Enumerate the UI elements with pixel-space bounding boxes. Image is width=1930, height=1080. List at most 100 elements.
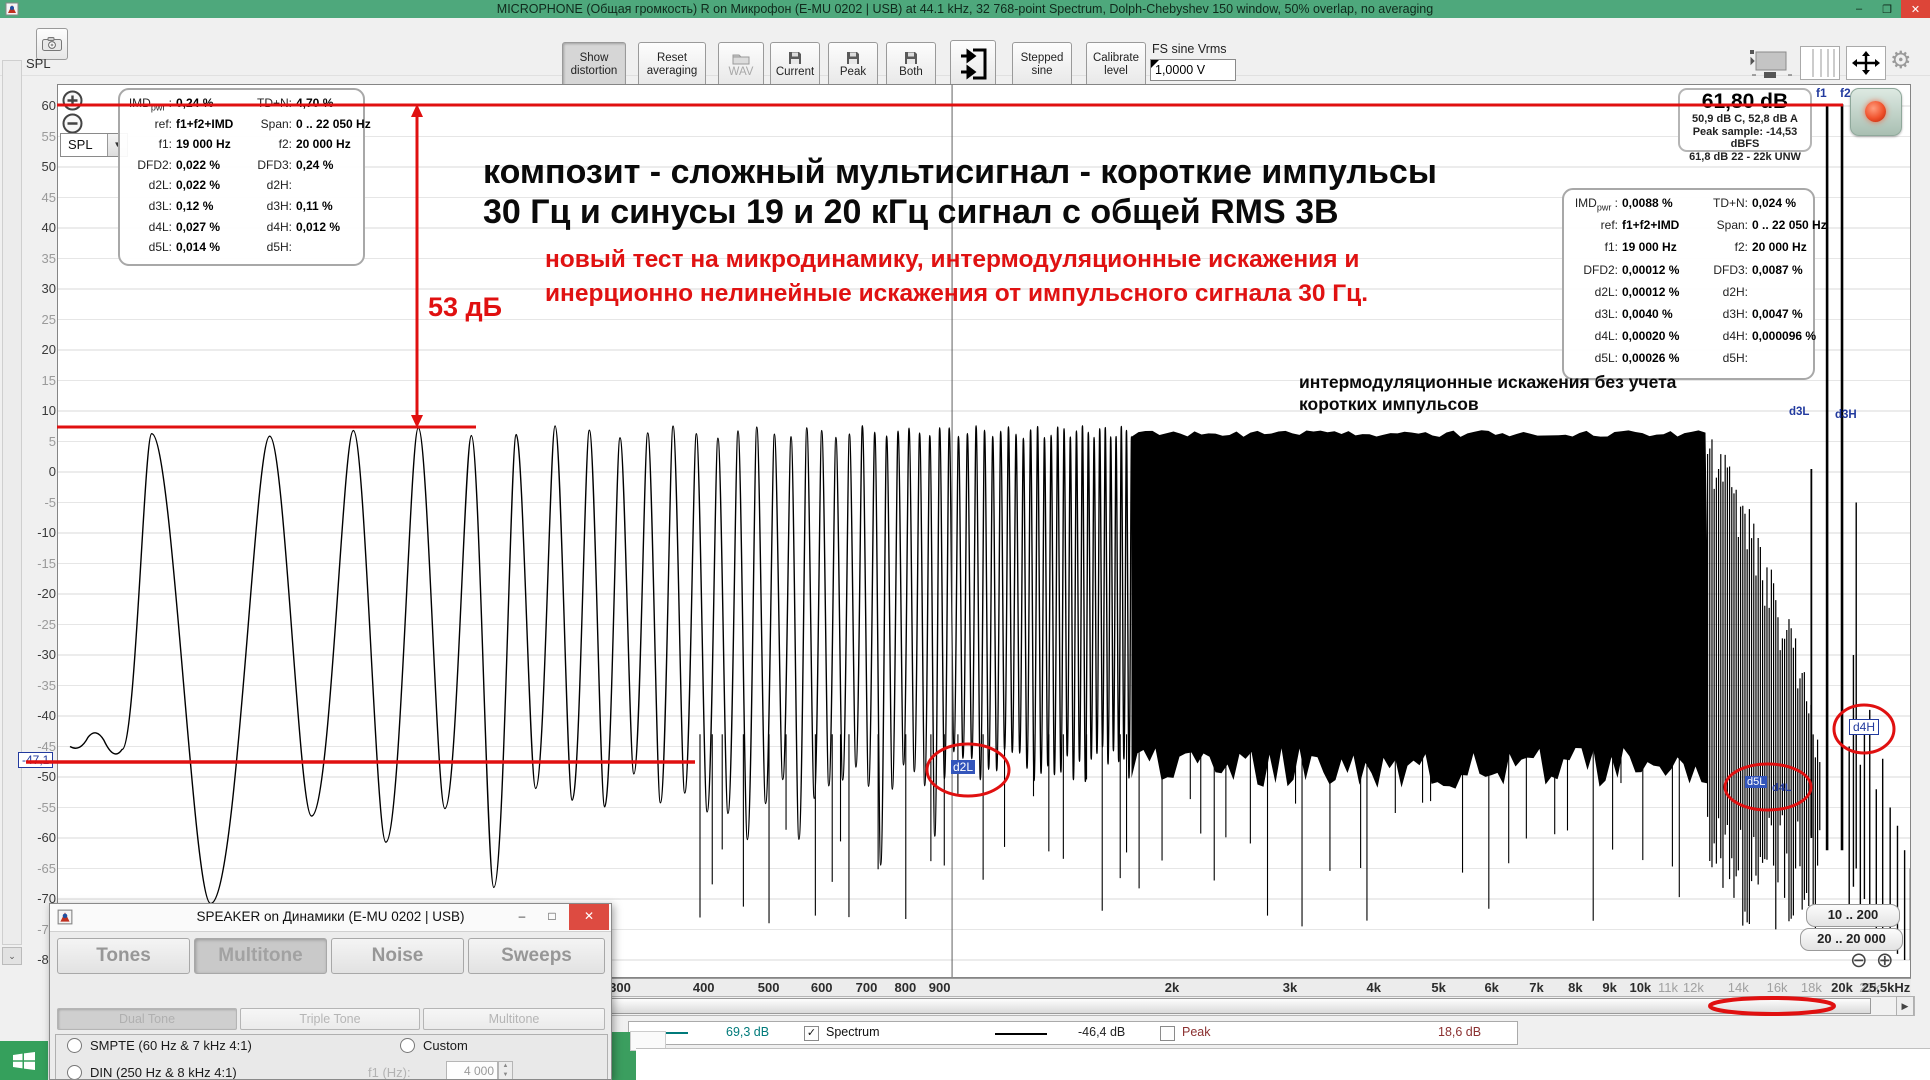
left-dock-strip[interactable] <box>2 60 22 945</box>
bottom-status-row <box>636 1048 1930 1080</box>
imd-panel-left: IMDpwr :0,24 %TD+N:4,70 %ref:f1+f2+IMDSp… <box>118 88 365 266</box>
maximize-button[interactable]: ❐ <box>1873 0 1901 18</box>
speaker-minimize-button[interactable]: – <box>507 904 537 930</box>
save-current-label: Current <box>776 66 814 79</box>
radio-custom[interactable] <box>400 1038 415 1053</box>
x-axis-label: 6k <box>1484 980 1498 995</box>
tab-tones[interactable]: Tones <box>57 938 190 974</box>
minimize-button[interactable]: – <box>1845 0 1873 18</box>
speaker-close-button[interactable]: ✕ <box>569 904 609 930</box>
radio-din[interactable] <box>67 1065 82 1080</box>
record-button[interactable] <box>1850 88 1902 136</box>
save-peak-label: Peak <box>840 66 866 79</box>
imd-row-value: 0 .. 22 050 Hz <box>296 117 371 131</box>
x-axis-label: 16k <box>1767 980 1788 995</box>
plot-zoom-in-button[interactable] <box>62 90 83 111</box>
imd-row-value: 19 000 Hz <box>1622 240 1706 254</box>
wav-button[interactable]: WAV <box>718 42 764 88</box>
dock-collapse-button[interactable]: ⌄ <box>2 947 22 965</box>
windows-start-button[interactable] <box>0 1041 48 1080</box>
y-axis-label: 55 <box>24 129 56 144</box>
radio-custom-label: Custom <box>423 1038 468 1053</box>
range-button-10-200[interactable]: 10 .. 200 <box>1806 904 1900 927</box>
imd-row-value: 0,012 % <box>296 220 357 234</box>
x-zoom-in-button[interactable]: ⊕ <box>1876 948 1894 973</box>
level-unweighted: 61,8 dB 22 - 22k UNW <box>1680 151 1810 164</box>
calibrate-level-button[interactable]: Calibrate level <box>1086 42 1146 88</box>
radio-smpte[interactable] <box>67 1038 82 1053</box>
tab-multitone[interactable]: Multitone <box>194 938 327 974</box>
imd-row-value: 0,0088 % <box>1622 196 1706 210</box>
imd-row: d4L:0,00020 %d4H:0,000096 % <box>1570 329 1807 351</box>
marker-d4L: d4L <box>1772 782 1792 794</box>
imd-row: ref:f1+f2+IMDSpan:0 .. 22 050 Hz <box>126 117 357 138</box>
imd-row: d3L:0,12 %d3H:0,11 % <box>126 199 357 220</box>
y-axis-label: -30 <box>24 647 56 662</box>
plot-zoom-out-button[interactable] <box>62 113 83 134</box>
imd-row: DFD2:0,022 %DFD3:0,24 % <box>126 158 357 179</box>
cursor-level-box: -47,1 <box>18 752 53 768</box>
peak-checkbox[interactable] <box>1160 1026 1175 1041</box>
y-axis-label: -65 <box>24 861 56 876</box>
legend-spectrum-label: Spectrum <box>826 1025 880 1039</box>
subtab-multitone[interactable]: Multitone <box>423 1008 605 1030</box>
window-title: MICROPHONE (Общая громкость) R on Микроф… <box>0 2 1930 16</box>
speaker-maximize-button[interactable]: □ <box>537 904 567 930</box>
settings-gear[interactable]: ⚙ <box>1890 46 1912 75</box>
save-current-button[interactable]: Current <box>770 42 820 88</box>
imd-row-value: 0,0047 % <box>1752 307 1807 321</box>
marker-d3L: d3L <box>1789 406 1809 418</box>
x-zoom-out-button[interactable]: ⊖ <box>1850 948 1868 973</box>
imd-row-label: d4H: <box>254 220 296 234</box>
title-bar: MICROPHONE (Общая громкость) R on Микроф… <box>0 0 1930 18</box>
imd-row-value: 0,24 % <box>296 158 357 172</box>
x-axis-label: 12k <box>1683 980 1704 995</box>
annotation-black-line2: 30 Гц и синусы 19 и 20 кГц сигнал с обще… <box>483 193 1339 232</box>
imd-row: DFD2:0,00012 %DFD3:0,0087 % <box>1570 263 1807 285</box>
fs-vrms-input[interactable] <box>1150 59 1236 81</box>
y-axis-title: SPL <box>26 56 51 71</box>
imd-row-label: DFD2: <box>126 158 176 172</box>
stepped-sine-button[interactable]: Stepped sine <box>1012 42 1072 88</box>
imd-row-label: f2: <box>254 137 296 151</box>
panes-tool[interactable] <box>1800 46 1840 80</box>
imd-row-value: 0,0040 % <box>1622 307 1706 321</box>
imd-row: d2L:0,022 %d2H: <box>126 178 357 199</box>
save-both-button[interactable]: Both <box>886 42 936 88</box>
imd-row-label: d2L: <box>1570 285 1622 299</box>
save-peak-button[interactable]: Peak <box>828 42 878 88</box>
y-axis-label: -35 <box>24 678 56 693</box>
y-axis-label: 10 <box>24 403 56 418</box>
spectrum-checkbox[interactable]: ✓ <box>804 1026 819 1041</box>
x-axis-label: 800 <box>895 980 917 995</box>
record-dot-icon <box>1865 101 1886 122</box>
legend-peak-level: 18,6 dB <box>1438 1025 1481 1039</box>
loopback-button[interactable] <box>950 40 996 88</box>
subtab-triple-tone[interactable]: Triple Tone <box>240 1008 420 1030</box>
f1-hz-spinner-input[interactable] <box>446 1061 498 1080</box>
tab-sweeps[interactable]: Sweeps <box>468 938 605 974</box>
pan-tool[interactable] <box>1846 46 1886 80</box>
x-axis-label: 11k <box>1658 980 1678 995</box>
scrollbar-right-arrow[interactable]: ▶ <box>1896 996 1914 1016</box>
close-button[interactable]: ✕ <box>1901 0 1930 18</box>
tab-noise[interactable]: Noise <box>331 938 464 974</box>
imd-row: f1:19 000 Hzf2:20 000 Hz <box>126 137 357 158</box>
marker-f2: f2 <box>1840 86 1851 100</box>
imd-row-label: d2H: <box>1706 285 1752 299</box>
main-toolbar: Show distortion Reset averaging WAV Curr… <box>0 18 1930 76</box>
imd-row-value: 0,022 % <box>176 158 254 172</box>
radio-smpte-label: SMPTE (60 Hz & 7 kHz 4:1) <box>90 1038 252 1053</box>
imd-row-label: d2H: <box>254 178 296 192</box>
subtab-dual-tone[interactable]: Dual Tone <box>57 1008 237 1030</box>
imd-row-label: d5L: <box>126 240 176 254</box>
show-distortion-button[interactable]: Show distortion <box>562 42 626 88</box>
imd-label-sub: pwr <box>151 102 166 112</box>
reset-averaging-button[interactable]: Reset averaging <box>638 42 706 88</box>
f1-spinner-arrows[interactable]: ▲▼ <box>498 1061 513 1080</box>
imd-note-line2: коротких импульсов <box>1299 394 1479 415</box>
imd-row-label: d5H: <box>1706 351 1752 365</box>
layout-tool[interactable] <box>1748 48 1792 80</box>
imd-row-label: d5L: <box>1570 351 1622 365</box>
imd-row-label: DFD2: <box>1570 263 1622 277</box>
